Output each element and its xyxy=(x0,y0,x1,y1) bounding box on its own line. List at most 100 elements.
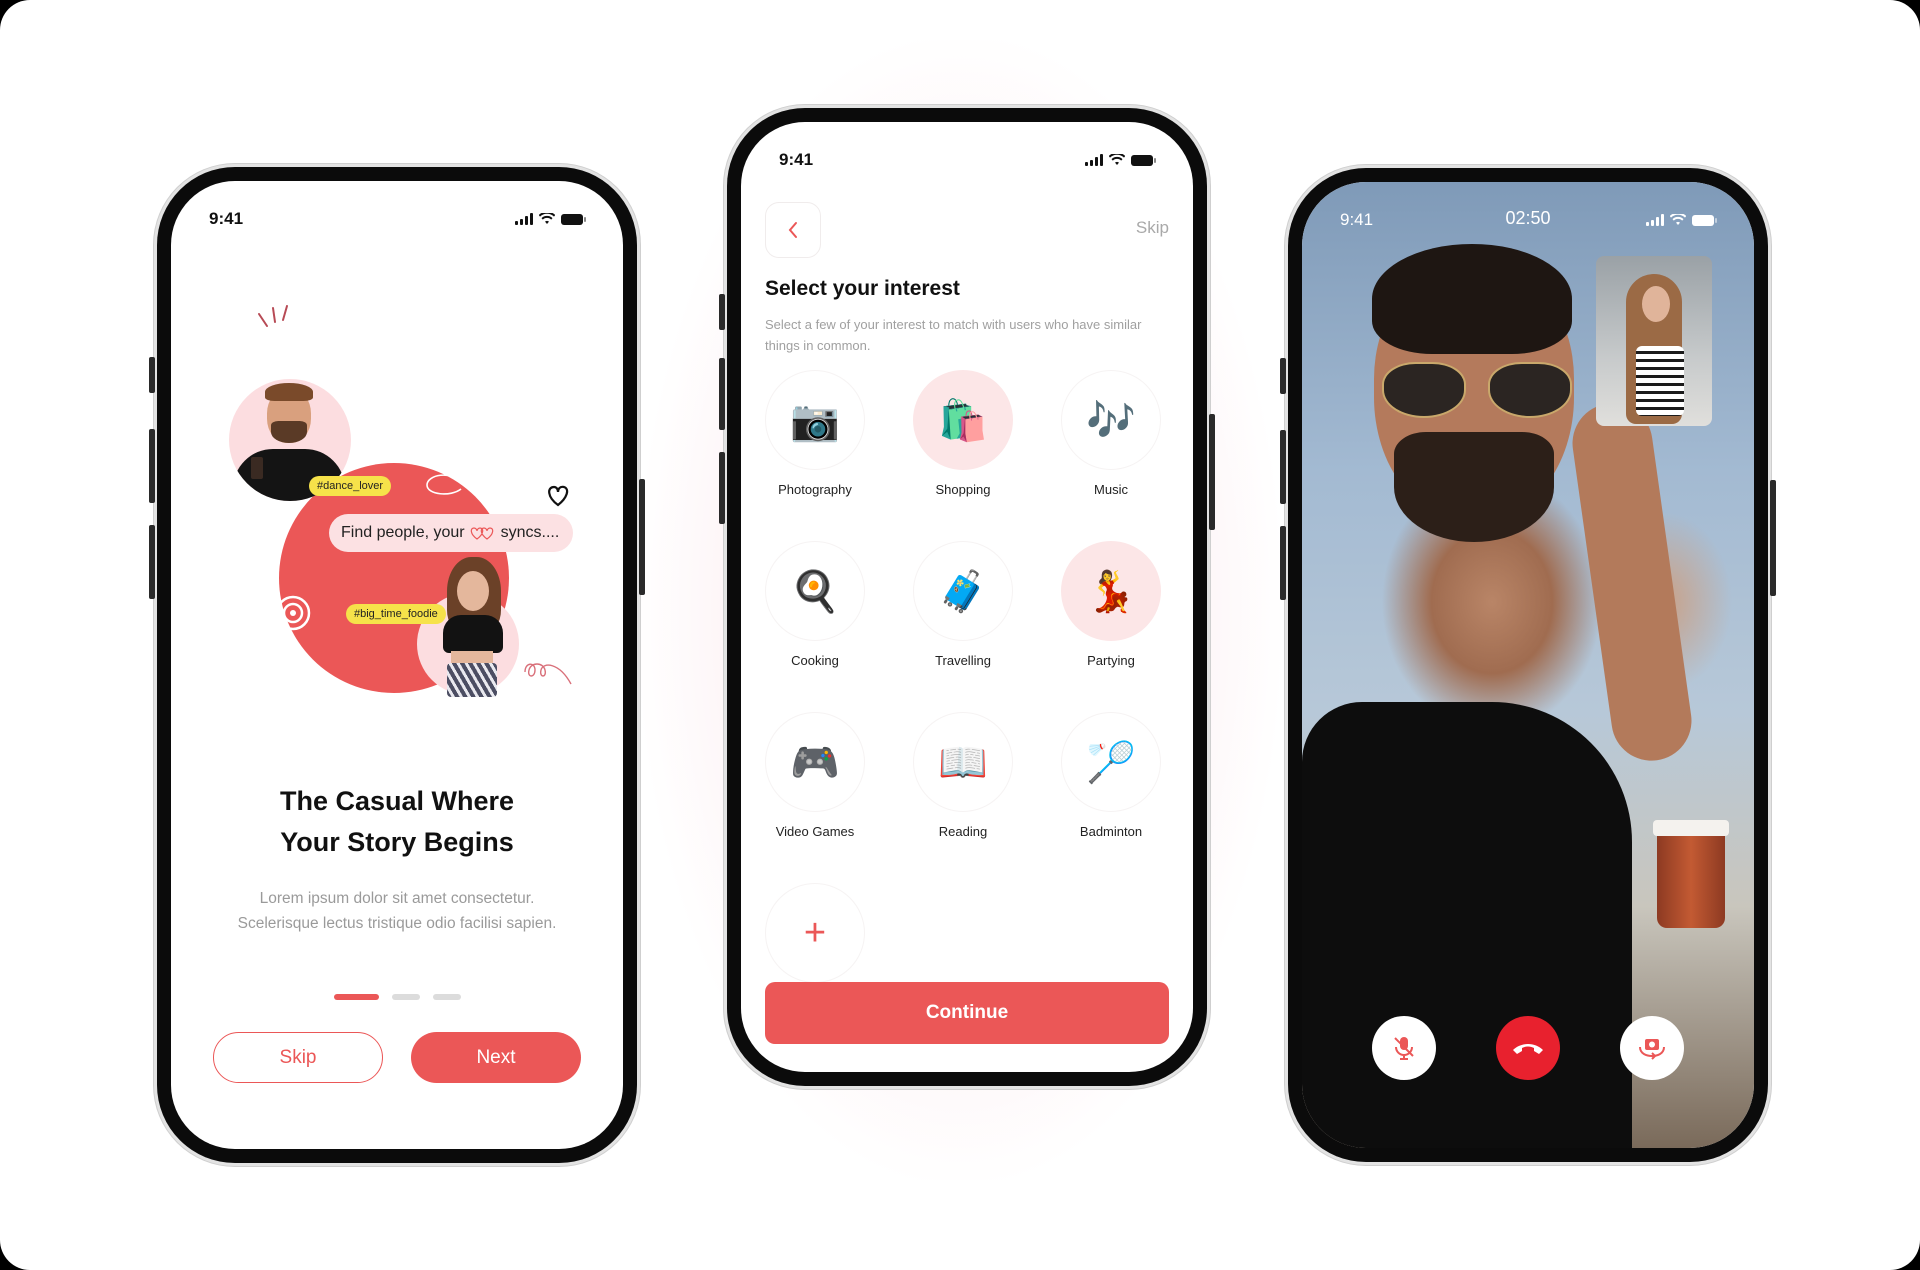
skip-link[interactable]: Skip xyxy=(1136,218,1169,238)
side-button xyxy=(719,294,725,330)
volume-up-button xyxy=(149,429,155,503)
switch-camera-icon xyxy=(1639,1039,1665,1060)
headline-line-2: Your Story Begins xyxy=(280,827,514,857)
interest-label: Partying xyxy=(1087,653,1135,668)
photography-icon: 📷 xyxy=(790,398,840,443)
canvas: 9:41 #dance_lover Find people, your sync… xyxy=(0,0,1920,1270)
volume-up-button xyxy=(1280,430,1286,504)
call-timer: 02:50 xyxy=(1505,208,1551,228)
interest-video-games[interactable]: 🎮 Video Games xyxy=(765,712,865,839)
pip-face xyxy=(1642,286,1670,322)
plus-icon: + xyxy=(803,911,827,954)
onboarding-illustration: #dance_lover Find people, your syncs.... xyxy=(171,181,623,741)
call-controls xyxy=(1302,1016,1754,1080)
volume-down-button xyxy=(1280,526,1286,600)
sparkle-lines-icon xyxy=(258,305,288,327)
end-call-button[interactable] xyxy=(1496,1016,1560,1080)
continue-button[interactable]: Continue xyxy=(765,982,1169,1044)
interest-grid: 📷 Photography 🛍️ Shopping 🎶 Music 🍳 Cooking 🧳 Tra… xyxy=(765,370,1161,1010)
onboarding-actions: Skip Next xyxy=(213,1032,581,1083)
music-icon: 🎶 xyxy=(1086,398,1136,443)
switch-camera-button[interactable] xyxy=(1620,1016,1684,1080)
cooking-icon: 🍳 xyxy=(790,569,840,614)
side-button xyxy=(149,357,155,393)
video-hair xyxy=(1372,244,1572,354)
wifi-icon xyxy=(1109,154,1125,165)
headline-line-1: The Casual Where xyxy=(279,786,515,816)
spiral-decoration xyxy=(275,595,311,631)
interest-photography[interactable]: 📷 Photography xyxy=(765,370,865,497)
video-coffee-cup xyxy=(1653,820,1729,928)
back-button[interactable] xyxy=(765,202,821,258)
tag-big-time-foodie: #big_time_foodie xyxy=(346,604,446,624)
interest-music[interactable]: 🎶 Music xyxy=(1061,370,1161,497)
onboarding-subtext: Lorem ipsum dolor sit amet consectetur. … xyxy=(191,886,603,936)
volume-down-button xyxy=(149,525,155,599)
interest-icon-circle: 🎮 xyxy=(765,712,865,812)
mute-mic-button[interactable] xyxy=(1372,1016,1436,1080)
page-dot-3[interactable] xyxy=(432,994,461,1000)
interest-badminton[interactable]: 🏸 Badminton xyxy=(1061,712,1161,839)
interest-shopping[interactable]: 🛍️ Shopping xyxy=(913,370,1013,497)
status-time: 9:41 xyxy=(779,150,814,169)
speech-bubble: Find people, your syncs.... xyxy=(329,514,573,552)
pagination-dots xyxy=(171,994,623,1000)
double-heart-icon xyxy=(470,527,493,540)
screen: 9:41 02:50 xyxy=(1302,182,1754,1148)
reading-icon: 📖 xyxy=(938,740,988,785)
skip-button[interactable]: Skip xyxy=(213,1032,383,1083)
loop-doodle xyxy=(524,663,572,685)
interest-cooking[interactable]: 🍳 Cooking xyxy=(765,541,865,668)
video-games-icon: 🎮 xyxy=(790,740,840,785)
heart-doodle-icon xyxy=(548,485,569,507)
phone-video-call: 9:41 02:50 xyxy=(1280,168,1776,1162)
screen: 9:41 Skip Select your interest Select a … xyxy=(741,122,1193,1072)
interest-label: Badminton xyxy=(1079,824,1143,839)
interest-icon-circle: 🧳 xyxy=(913,541,1013,641)
interest-reading[interactable]: 📖 Reading xyxy=(913,712,1013,839)
interest-partying[interactable]: 💃 Partying xyxy=(1061,541,1161,668)
volume-up-button xyxy=(719,358,725,430)
interest-label: Travelling xyxy=(935,653,991,668)
hang-up-icon xyxy=(1513,1044,1543,1054)
video-sunglasses xyxy=(1382,362,1572,418)
page-dot-2[interactable] xyxy=(391,994,420,1000)
power-button xyxy=(639,479,645,595)
shopping-icon: 🛍️ xyxy=(938,398,988,443)
page-dot-1[interactable] xyxy=(333,994,379,1000)
status-bar: 9:41 xyxy=(741,148,1193,172)
onboarding-headline: The Casual Where Your Story Begins xyxy=(171,781,623,863)
interest-icon-circle: 📖 xyxy=(913,712,1013,812)
power-button xyxy=(1209,414,1215,530)
tag-dance-lover: #dance_lover xyxy=(309,476,392,496)
interest-label: Reading xyxy=(938,824,988,839)
mic-off-icon xyxy=(1394,1037,1414,1060)
phone-onboarding: 9:41 #dance_lover Find people, your sync… xyxy=(149,167,645,1163)
interest-icon-circle: 🍳 xyxy=(765,541,865,641)
badminton-icon: 🏸 xyxy=(1086,740,1136,785)
battery-icon xyxy=(1131,154,1156,166)
interest-icon-circle: + xyxy=(765,883,865,983)
subtext-line-1: Lorem ipsum dolor sit amet consectetur. xyxy=(259,890,535,907)
next-button[interactable]: Next xyxy=(411,1032,581,1083)
interest-label: Music xyxy=(1094,482,1128,497)
video-arm xyxy=(1567,398,1697,766)
interest-label: Video Games xyxy=(775,824,855,839)
interest-label: Shopping xyxy=(935,482,991,497)
side-button xyxy=(1280,358,1286,394)
partying-icon: 💃 xyxy=(1086,569,1136,614)
interest-travelling[interactable]: 🧳 Travelling xyxy=(913,541,1013,668)
interest-label: Photography xyxy=(778,482,852,497)
interest-icon-circle: 🛍️ xyxy=(913,370,1013,470)
travelling-icon: 🧳 xyxy=(938,569,988,614)
interest-label: Cooking xyxy=(791,653,839,668)
power-button xyxy=(1770,480,1776,596)
signal-icon xyxy=(1085,154,1103,166)
video-beard xyxy=(1394,432,1554,542)
swirl-decoration xyxy=(426,474,466,495)
bubble-text-end: syncs.... xyxy=(500,524,560,541)
chevron-left-icon xyxy=(788,222,797,238)
self-view-pip[interactable] xyxy=(1596,256,1712,426)
pip-top xyxy=(1636,346,1684,416)
page-title: Select your interest xyxy=(765,277,960,300)
